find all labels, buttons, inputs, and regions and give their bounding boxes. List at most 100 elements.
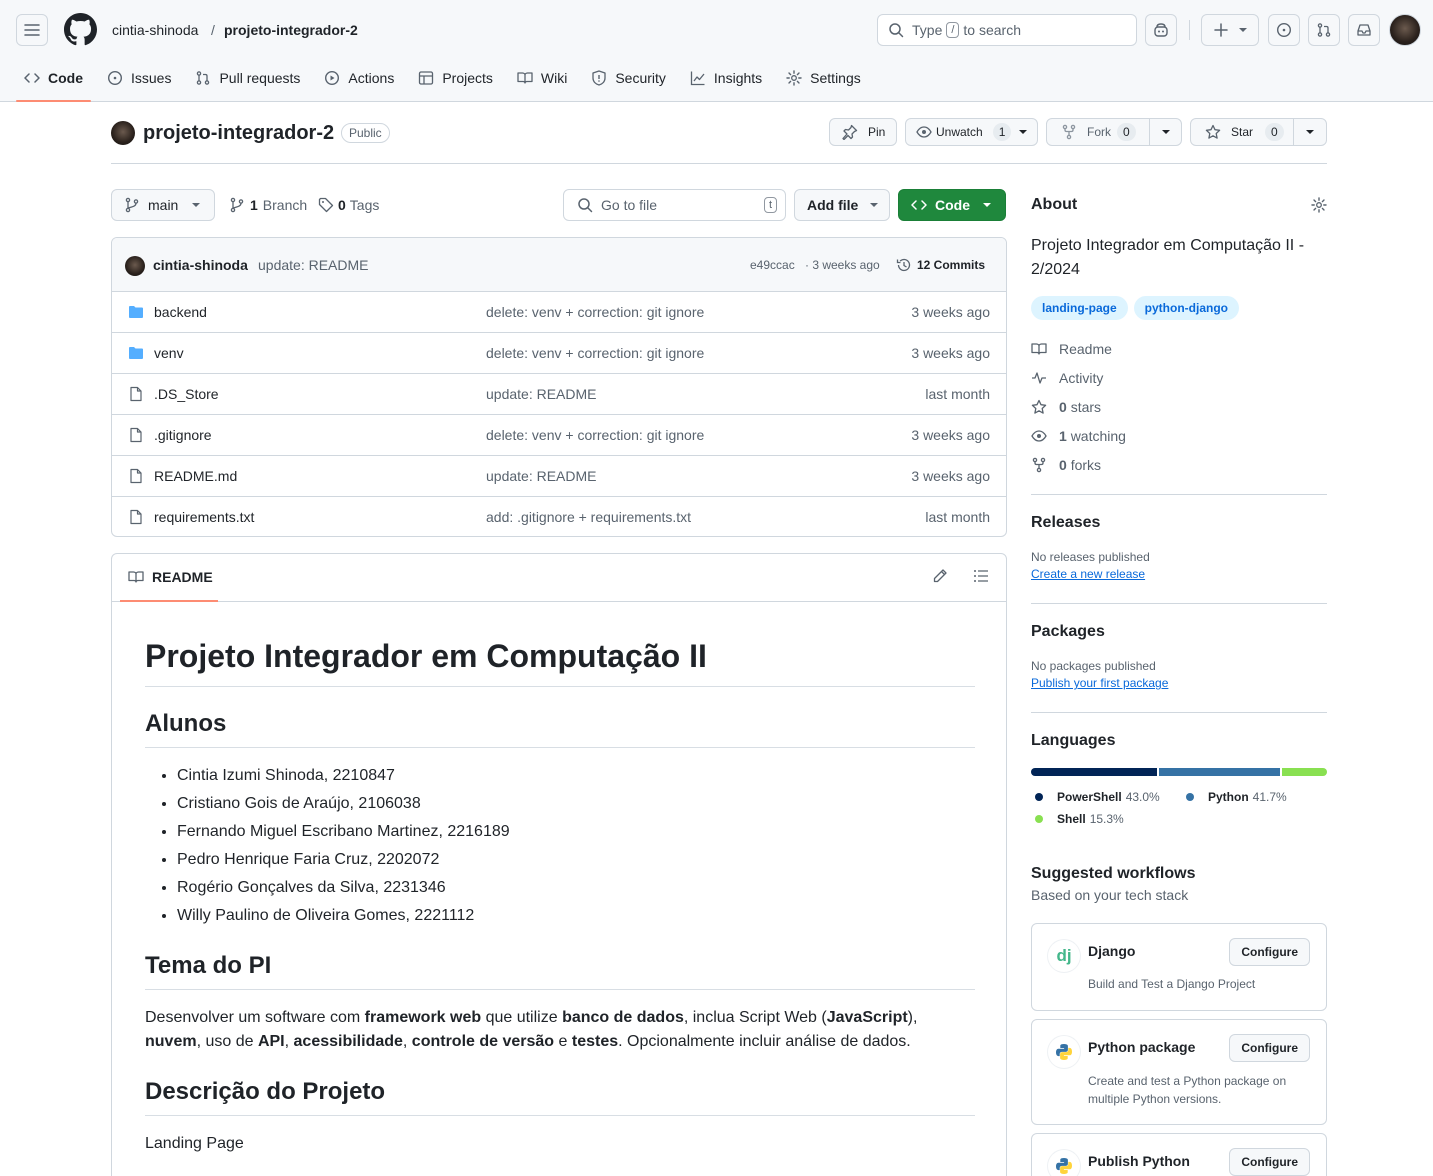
gear-icon[interactable]: [1311, 197, 1327, 213]
readme-h2-descricao: Descrição do Projeto: [145, 1077, 975, 1116]
configure-button[interactable]: Configure: [1229, 938, 1310, 966]
copilot-icon: [1154, 23, 1168, 37]
unwatch-button[interactable]: Unwatch 1: [905, 118, 1038, 146]
tab-label: Insights: [713, 70, 763, 86]
branches-link[interactable]: 1 Branch: [229, 197, 307, 213]
star-dropdown-button[interactable]: [1293, 118, 1327, 146]
language-item[interactable]: Python 41.7%: [1184, 786, 1324, 808]
file-commit-message[interactable]: delete: venv + correction: git ignore: [486, 427, 704, 443]
about-title: About: [1031, 196, 1078, 213]
readme-tab[interactable]: README: [128, 569, 213, 585]
star-label: Star: [1231, 125, 1254, 139]
star-button[interactable]: Star 0: [1190, 118, 1294, 146]
commit-author[interactable]: cintia-shinoda: [153, 257, 248, 273]
github-logo-icon[interactable]: [64, 13, 97, 46]
branch-select[interactable]: main: [111, 189, 215, 221]
pull-requests-button[interactable]: [1308, 14, 1340, 46]
commit-time: · 3 weeks ago: [805, 257, 880, 272]
tab-code[interactable]: Code: [16, 66, 91, 102]
fork-dropdown-button[interactable]: [1149, 118, 1182, 146]
copilot-button[interactable]: [1145, 14, 1177, 46]
add-file-button[interactable]: Add file: [794, 189, 890, 221]
inbox-button[interactable]: [1348, 14, 1380, 46]
file-name[interactable]: .gitignore: [154, 427, 212, 443]
text: . Opcionalmente incluir análise de dados…: [618, 1033, 911, 1050]
folder-icon: [129, 306, 143, 318]
file-name[interactable]: venv: [154, 345, 184, 361]
configure-button[interactable]: Configure: [1229, 1148, 1310, 1176]
visibility-badge: Public: [341, 123, 390, 143]
topic-tag[interactable]: landing-page: [1031, 296, 1128, 320]
code-button[interactable]: Code: [898, 189, 1006, 221]
repo-name[interactable]: projeto-integrador-2: [143, 121, 334, 145]
file-name[interactable]: backend: [154, 304, 207, 320]
language-dot: [1035, 815, 1043, 823]
commit-hash[interactable]: e49ccac: [750, 258, 795, 272]
edit-readme-button[interactable]: [932, 568, 948, 584]
tab-security[interactable]: Security: [583, 66, 674, 90]
file-row[interactable]: .gitignore delete: venv + correction: git…: [112, 414, 1006, 455]
tab-pull-requests[interactable]: Pull requests: [187, 66, 308, 90]
commit-author-avatar[interactable]: [125, 256, 145, 276]
tab-wiki[interactable]: Wiki: [509, 66, 575, 90]
language-item[interactable]: Shell 15.3%: [1033, 808, 1173, 830]
breadcrumb-repo[interactable]: projeto-integrador-2: [224, 21, 358, 39]
search-input[interactable]: Type / to search: [877, 14, 1137, 46]
language-item[interactable]: PowerShell 43.0%: [1033, 786, 1182, 808]
activity-link[interactable]: Activity: [1031, 363, 1327, 392]
go-to-file-input[interactable]: Go to file t: [563, 189, 786, 221]
user-avatar[interactable]: [1389, 14, 1421, 46]
file-row[interactable]: .DS_Store update: README last month: [112, 373, 1006, 414]
forks-link[interactable]: 0 forks: [1031, 450, 1327, 479]
language-bar-segment: [1158, 768, 1281, 776]
tab-issues[interactable]: Issues: [99, 66, 179, 90]
create-release-link[interactable]: Create a new release: [1031, 567, 1327, 581]
configure-button[interactable]: Configure: [1229, 1034, 1310, 1062]
text: JavaScript: [826, 1009, 908, 1026]
readme-tema-paragraph: Desenvolver um software com framework we…: [145, 1006, 975, 1054]
django-icon: dj: [1048, 940, 1080, 972]
tab-insights[interactable]: Insights: [682, 66, 770, 90]
file-row[interactable]: requirements.txt add: .gitignore + requir…: [112, 496, 1006, 536]
readme-descricao-paragraph: Landing Page: [145, 1135, 244, 1152]
file-commit-message[interactable]: update: README: [486, 386, 597, 402]
pin-button[interactable]: Pin: [829, 118, 897, 146]
repo-owner-avatar[interactable]: [111, 121, 135, 145]
tab-actions[interactable]: Actions: [316, 66, 402, 90]
list-item: Pedro Henrique Faria Cruz, 2202072: [177, 846, 975, 874]
text: controle de versão: [411, 1033, 555, 1050]
file-name[interactable]: README.md: [154, 468, 237, 484]
stars-link[interactable]: 0 stars: [1031, 392, 1327, 421]
outline-button[interactable]: [973, 568, 989, 584]
file-name[interactable]: requirements.txt: [154, 509, 254, 525]
releases-title[interactable]: Releases: [1031, 514, 1327, 532]
file-commit-message[interactable]: update: README: [486, 468, 597, 484]
file-commit-message[interactable]: delete: venv + correction: git ignore: [486, 304, 704, 320]
releases-section: Releases No releases published Create a …: [1031, 514, 1327, 581]
packages-title[interactable]: Packages: [1031, 623, 1327, 641]
menu-button[interactable]: [16, 14, 48, 46]
folder-icon-wrap: [128, 345, 144, 361]
commits-link[interactable]: 12 Commits: [896, 257, 985, 273]
readme-body: Projeto Integrador em Computação II: [145, 636, 975, 687]
commit-message[interactable]: update: README: [258, 257, 369, 273]
tab-projects[interactable]: Projects: [410, 66, 501, 90]
breadcrumb-owner[interactable]: cintia-shinoda: [112, 21, 198, 39]
fork-button[interactable]: Fork 0: [1046, 118, 1150, 146]
file-icon: [130, 427, 142, 443]
create-new-button[interactable]: [1201, 14, 1259, 46]
file-commit-message[interactable]: delete: venv + correction: git ignore: [486, 345, 704, 361]
tags-link[interactable]: 0 Tags: [318, 197, 379, 213]
issues-button[interactable]: [1268, 14, 1300, 46]
file-row[interactable]: venv delete: venv + correction: git ignor…: [112, 332, 1006, 373]
file-row[interactable]: backend delete: venv + correction: git ig…: [112, 291, 1006, 332]
watching-link[interactable]: 1 watching: [1031, 421, 1327, 450]
file-name[interactable]: .DS_Store: [154, 386, 219, 402]
topic-tag[interactable]: python-django: [1133, 296, 1239, 320]
file-row[interactable]: README.md update: README 3 weeks ago: [112, 455, 1006, 496]
file-commit-message[interactable]: add: .gitignore + requirements.txt: [486, 509, 691, 525]
tab-settings[interactable]: Settings: [778, 66, 869, 90]
readme-link[interactable]: Readme: [1031, 334, 1327, 363]
publish-package-link[interactable]: Publish your first package: [1031, 676, 1327, 690]
list-item: Rogério Gonçalves da Silva, 2231346: [177, 874, 975, 902]
